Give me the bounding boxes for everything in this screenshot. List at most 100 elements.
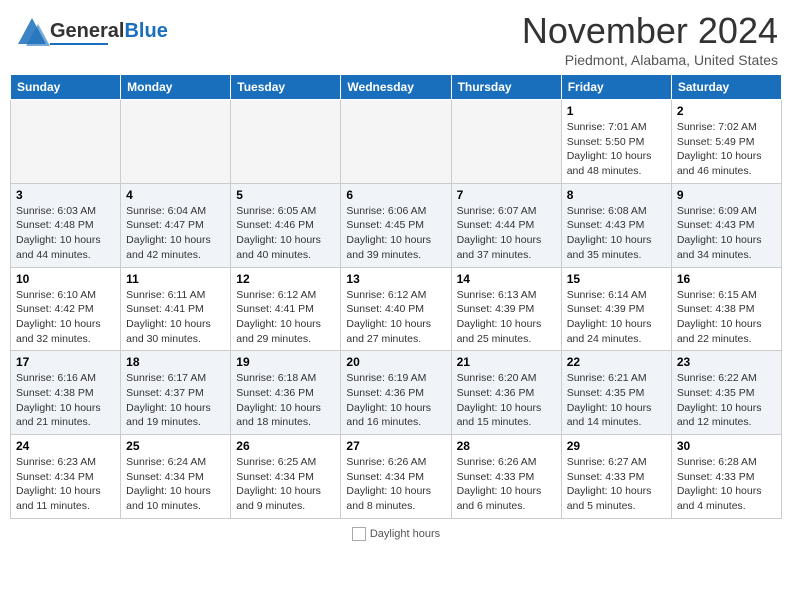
calendar-cell: 10Sunrise: 6:10 AM Sunset: 4:42 PM Dayli… xyxy=(11,267,121,351)
header: GeneralBlue November 2024 Piedmont, Alab… xyxy=(10,10,782,68)
day-info: Sunrise: 6:21 AM Sunset: 4:35 PM Dayligh… xyxy=(567,371,666,430)
day-number: 20 xyxy=(346,355,445,369)
calendar-cell xyxy=(11,100,121,184)
calendar-cell: 26Sunrise: 6:25 AM Sunset: 4:34 PM Dayli… xyxy=(231,435,341,519)
logo-icon xyxy=(14,14,50,50)
day-number: 17 xyxy=(16,355,115,369)
day-number: 1 xyxy=(567,104,666,118)
calendar-cell: 15 Sunrise: 6:14 AM Sunset: 4:39 PM Dayli… xyxy=(561,267,671,351)
day-number: 24 xyxy=(16,439,115,453)
daylight-label: Daylight hours xyxy=(370,528,440,540)
calendar-cell: 16 Sunrise: 6:15 AM Sunset: 4:38 PM Dayli… xyxy=(671,267,781,351)
col-header-thursday: Thursday xyxy=(451,75,561,100)
day-number: 11 xyxy=(126,272,225,286)
day-number: 3 xyxy=(16,188,115,202)
calendar-cell: 1 Sunrise: 7:01 AM Sunset: 5:50 PM Daylig… xyxy=(561,100,671,184)
day-number: 5 xyxy=(236,188,335,202)
day-info: Sunrise: 6:26 AM Sunset: 4:34 PM Dayligh… xyxy=(346,455,445,514)
day-number: 9 xyxy=(677,188,776,202)
calendar-cell: 25Sunrise: 6:24 AM Sunset: 4:34 PM Dayli… xyxy=(121,435,231,519)
day-info: Sunrise: 6:09 AM Sunset: 4:43 PM Dayligh… xyxy=(677,204,776,263)
col-header-monday: Monday xyxy=(121,75,231,100)
calendar-cell: 30 Sunrise: 6:28 AM Sunset: 4:33 PM Dayli… xyxy=(671,435,781,519)
day-number: 8 xyxy=(567,188,666,202)
day-info: Sunrise: 6:12 AM Sunset: 4:40 PM Dayligh… xyxy=(346,288,445,347)
location: Piedmont, Alabama, United States xyxy=(522,52,778,68)
day-number: 21 xyxy=(457,355,556,369)
logo-underline xyxy=(50,43,108,45)
day-info: Sunrise: 6:03 AM Sunset: 4:48 PM Dayligh… xyxy=(16,204,115,263)
day-number: 6 xyxy=(346,188,445,202)
calendar-week-1: 3 Sunrise: 6:03 AM Sunset: 4:48 PM Daylig… xyxy=(11,183,782,267)
calendar-cell: 13 Sunrise: 6:12 AM Sunset: 4:40 PM Dayli… xyxy=(341,267,451,351)
calendar-cell: 21 Sunrise: 6:20 AM Sunset: 4:36 PM Dayli… xyxy=(451,351,561,435)
day-info: Sunrise: 6:22 AM Sunset: 4:35 PM Dayligh… xyxy=(677,371,776,430)
day-number: 18 xyxy=(126,355,225,369)
calendar-cell: 5 Sunrise: 6:05 AM Sunset: 4:46 PM Daylig… xyxy=(231,183,341,267)
day-info: Sunrise: 6:05 AM Sunset: 4:46 PM Dayligh… xyxy=(236,204,335,263)
calendar-cell: 7 Sunrise: 6:07 AM Sunset: 4:44 PM Daylig… xyxy=(451,183,561,267)
calendar-cell: 2 Sunrise: 7:02 AM Sunset: 5:49 PM Daylig… xyxy=(671,100,781,184)
calendar-cell: 29 Sunrise: 6:27 AM Sunset: 4:33 PM Dayli… xyxy=(561,435,671,519)
calendar-cell: 4Sunrise: 6:04 AM Sunset: 4:47 PM Daylig… xyxy=(121,183,231,267)
day-number: 15 xyxy=(567,272,666,286)
calendar-cell: 3 Sunrise: 6:03 AM Sunset: 4:48 PM Daylig… xyxy=(11,183,121,267)
day-info: Sunrise: 6:11 AM Sunset: 4:41 PM Dayligh… xyxy=(126,288,225,347)
calendar-cell: 8 Sunrise: 6:08 AM Sunset: 4:43 PM Daylig… xyxy=(561,183,671,267)
calendar-week-0: 1 Sunrise: 7:01 AM Sunset: 5:50 PM Daylig… xyxy=(11,100,782,184)
day-info: Sunrise: 6:06 AM Sunset: 4:45 PM Dayligh… xyxy=(346,204,445,263)
day-number: 10 xyxy=(16,272,115,286)
calendar-cell: 18 Sunrise: 6:17 AM Sunset: 4:37 PM Dayli… xyxy=(121,351,231,435)
calendar-table: SundayMondayTuesdayWednesdayThursdayFrid… xyxy=(10,74,782,519)
day-info: Sunrise: 6:28 AM Sunset: 4:33 PM Dayligh… xyxy=(677,455,776,514)
title-section: November 2024 Piedmont, Alabama, United … xyxy=(522,10,778,68)
day-number: 16 xyxy=(677,272,776,286)
day-info: Sunrise: 6:19 AM Sunset: 4:36 PM Dayligh… xyxy=(346,371,445,430)
day-number: 29 xyxy=(567,439,666,453)
day-info: Sunrise: 6:17 AM Sunset: 4:37 PM Dayligh… xyxy=(126,371,225,430)
calendar-cell: 19 Sunrise: 6:18 AM Sunset: 4:36 PM Dayli… xyxy=(231,351,341,435)
day-info: Sunrise: 6:26 AM Sunset: 4:33 PM Dayligh… xyxy=(457,455,556,514)
day-number: 14 xyxy=(457,272,556,286)
calendar-cell: 11 Sunrise: 6:11 AM Sunset: 4:41 PM Dayli… xyxy=(121,267,231,351)
day-info: Sunrise: 7:01 AM Sunset: 5:50 PM Dayligh… xyxy=(567,120,666,179)
day-number: 2 xyxy=(677,104,776,118)
calendar-cell xyxy=(451,100,561,184)
day-info: Sunrise: 7:02 AM Sunset: 5:49 PM Dayligh… xyxy=(677,120,776,179)
day-number: 28 xyxy=(457,439,556,453)
day-info: Sunrise: 6:16 AM Sunset: 4:38 PM Dayligh… xyxy=(16,371,115,430)
day-info: Sunrise: 6:23 AM Sunset: 4:34 PM Dayligh… xyxy=(16,455,115,514)
calendar-cell: 12Sunrise: 6:12 AM Sunset: 4:41 PM Dayli… xyxy=(231,267,341,351)
day-info: Sunrise: 6:14 AM Sunset: 4:39 PM Dayligh… xyxy=(567,288,666,347)
day-info: Sunrise: 6:27 AM Sunset: 4:33 PM Dayligh… xyxy=(567,455,666,514)
day-number: 19 xyxy=(236,355,335,369)
day-info: Sunrise: 6:20 AM Sunset: 4:36 PM Dayligh… xyxy=(457,371,556,430)
calendar-cell: 24 Sunrise: 6:23 AM Sunset: 4:34 PM Dayli… xyxy=(11,435,121,519)
col-header-tuesday: Tuesday xyxy=(231,75,341,100)
day-info: Sunrise: 6:25 AM Sunset: 4:34 PM Dayligh… xyxy=(236,455,335,514)
calendar-cell xyxy=(231,100,341,184)
logo: GeneralBlue xyxy=(14,14,168,50)
col-header-wednesday: Wednesday xyxy=(341,75,451,100)
month-title: November 2024 xyxy=(522,10,778,52)
day-info: Sunrise: 6:04 AM Sunset: 4:47 PM Dayligh… xyxy=(126,204,225,263)
calendar-header-row: SundayMondayTuesdayWednesdayThursdayFrid… xyxy=(11,75,782,100)
day-info: Sunrise: 6:08 AM Sunset: 4:43 PM Dayligh… xyxy=(567,204,666,263)
day-info: Sunrise: 6:07 AM Sunset: 4:44 PM Dayligh… xyxy=(457,204,556,263)
day-number: 7 xyxy=(457,188,556,202)
day-info: Sunrise: 6:15 AM Sunset: 4:38 PM Dayligh… xyxy=(677,288,776,347)
day-number: 27 xyxy=(346,439,445,453)
day-number: 12 xyxy=(236,272,335,286)
day-info: Sunrise: 6:13 AM Sunset: 4:39 PM Dayligh… xyxy=(457,288,556,347)
footer: Daylight hours xyxy=(10,527,782,541)
day-number: 30 xyxy=(677,439,776,453)
calendar-week-3: 17 Sunrise: 6:16 AM Sunset: 4:38 PM Dayli… xyxy=(11,351,782,435)
day-info: Sunrise: 6:18 AM Sunset: 4:36 PM Dayligh… xyxy=(236,371,335,430)
calendar-cell: 9 Sunrise: 6:09 AM Sunset: 4:43 PM Daylig… xyxy=(671,183,781,267)
calendar-cell: 28 Sunrise: 6:26 AM Sunset: 4:33 PM Dayli… xyxy=(451,435,561,519)
logo-general: General xyxy=(50,20,124,42)
col-header-sunday: Sunday xyxy=(11,75,121,100)
calendar-cell: 20 Sunrise: 6:19 AM Sunset: 4:36 PM Dayli… xyxy=(341,351,451,435)
day-number: 13 xyxy=(346,272,445,286)
calendar-cell xyxy=(341,100,451,184)
